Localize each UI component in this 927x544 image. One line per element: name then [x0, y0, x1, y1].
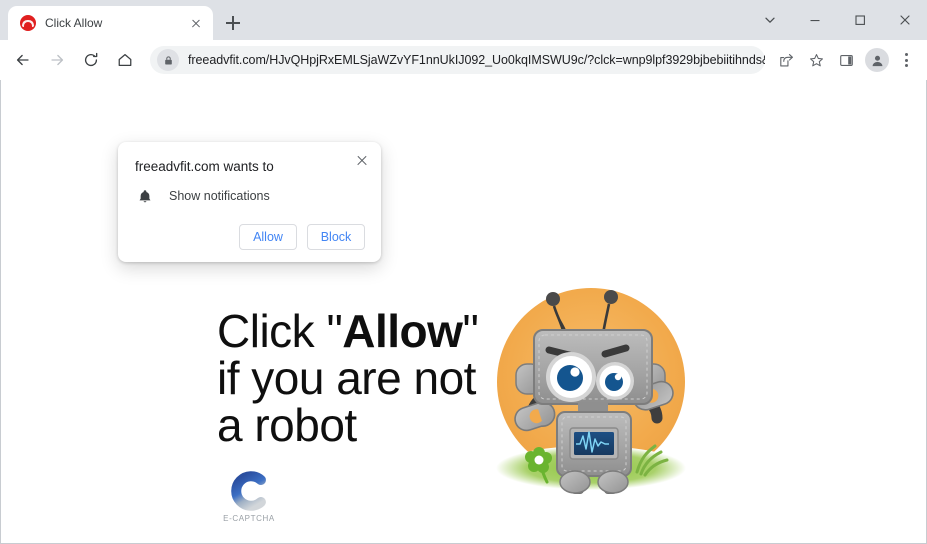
c-arc-logo-icon	[231, 471, 266, 511]
browser-tab[interactable]: Click Allow	[8, 6, 213, 40]
back-button[interactable]	[8, 45, 38, 75]
browser-window: Click Allow freeadvfit.com/HJvQHpjRxEMLS…	[0, 0, 927, 544]
new-tab-button[interactable]	[219, 9, 247, 37]
bell-icon	[135, 189, 155, 204]
allow-button[interactable]: Allow	[239, 223, 297, 250]
address-bar[interactable]: freeadvfit.com/HJvQHpjRxEMLSjaWZvYF1nnUk…	[150, 46, 765, 74]
block-button[interactable]: Block	[307, 223, 365, 250]
tab-favicon-icon	[20, 15, 36, 31]
bookmark-star-icon[interactable]	[802, 46, 830, 74]
share-icon[interactable]	[772, 46, 800, 74]
page-viewport: Click "Allow" if you are not a robot E-C…	[0, 80, 927, 544]
side-panel-icon[interactable]	[832, 46, 860, 74]
page-headline: Click "Allow" if you are not a robot	[217, 308, 487, 449]
dialog-actions: Allow Block	[135, 223, 365, 250]
forward-button[interactable]	[42, 45, 72, 75]
dialog-close-icon[interactable]	[353, 151, 371, 169]
tab-title: Click Allow	[45, 16, 103, 30]
permission-label: Show notifications	[169, 189, 270, 204]
lock-icon[interactable]	[157, 49, 179, 71]
robot-mascot-image	[487, 272, 699, 494]
three-dot-menu-icon[interactable]	[893, 46, 919, 74]
home-button[interactable]	[110, 45, 140, 75]
window-controls	[747, 0, 927, 40]
minimize-button[interactable]	[792, 4, 837, 36]
notification-permission-dialog: freeadvfit.com wants to Show notificatio…	[118, 142, 381, 262]
tab-strip: Click Allow	[0, 0, 927, 40]
headline-prefix: Click "	[217, 305, 343, 357]
dialog-title: freeadvfit.com wants to	[135, 159, 274, 174]
headline-emphasis: Allow	[342, 305, 463, 357]
profile-avatar[interactable]	[865, 48, 889, 72]
tab-search-button[interactable]	[747, 4, 792, 36]
maximize-button[interactable]	[837, 4, 882, 36]
permission-row: Show notifications	[135, 189, 365, 204]
reload-button[interactable]	[76, 45, 106, 75]
captcha-branding: E-CAPTCHA	[220, 470, 278, 523]
close-button[interactable]	[882, 4, 927, 36]
captcha-label: E-CAPTCHA	[223, 514, 275, 523]
url-text: freeadvfit.com/HJvQHpjRxEMLSjaWZvYF1nnUk…	[188, 53, 765, 67]
browser-toolbar: freeadvfit.com/HJvQHpjRxEMLSjaWZvYF1nnUk…	[0, 40, 927, 80]
tab-close-icon[interactable]	[187, 14, 205, 32]
